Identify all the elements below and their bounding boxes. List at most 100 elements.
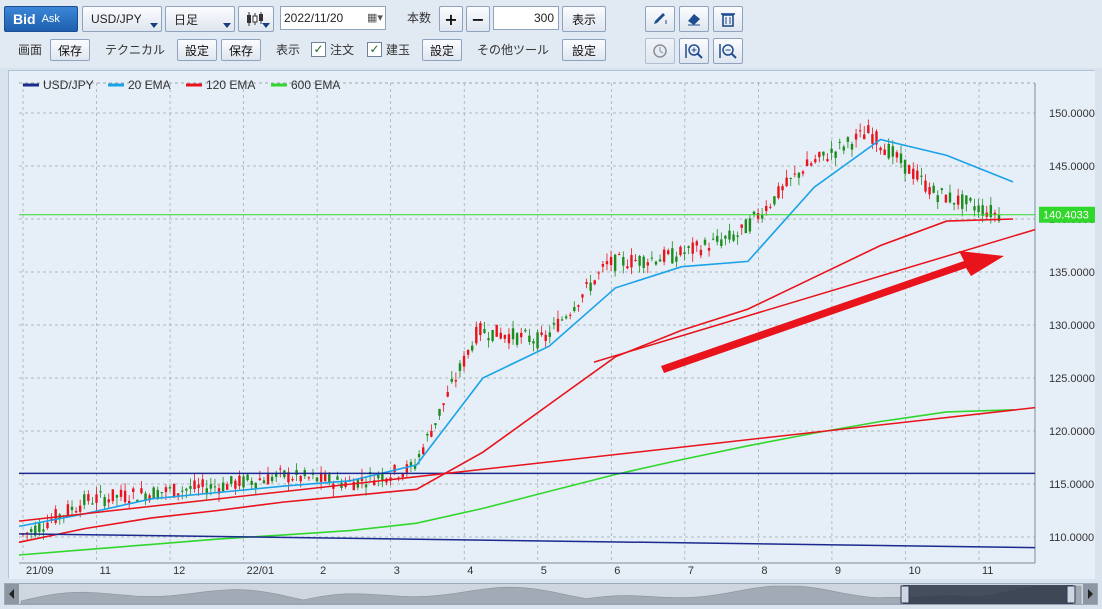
candle-body [863,134,866,140]
candle-body [270,476,274,482]
candle-body [336,476,339,480]
candle-body [805,159,809,167]
y-tick-label: 125.0000 [1049,373,1095,385]
calendar-icon[interactable]: ▦▾ [367,11,383,25]
count-label: 本数 [407,11,432,25]
candle-body [826,159,829,162]
candle-body [728,230,731,240]
show-setting-button[interactable]: 設定 [422,39,462,61]
candle-body [691,242,694,254]
candle-body [609,256,613,265]
candle-body [822,151,825,156]
candle-body [164,487,168,493]
thumb-right-handle [1066,585,1076,604]
candle-body [446,392,449,397]
candle-body [662,249,666,262]
candle-body [789,177,792,179]
candle-body [793,173,797,175]
x-tick-label: 22/01 [247,565,275,577]
candle-body [952,202,956,205]
price-chart[interactable]: 150.0000145.0000140.0000135.0000130.0000… [8,70,1095,579]
candle-body [732,234,735,241]
candle-body [687,246,690,248]
candle-body [279,468,282,470]
period-dropdown[interactable]: 日足 [165,6,235,32]
history-icon[interactable] [645,38,675,64]
candle-body [765,205,768,212]
eraser-icon[interactable] [679,6,709,32]
candle-body [111,489,115,502]
candle-body [736,235,739,237]
candle-body [54,509,57,523]
candle-body [242,476,245,488]
candle-body [601,264,605,267]
candle-body [299,476,302,482]
candle-body [777,186,780,198]
candle-body [295,469,298,476]
y-tick-label: 150.0000 [1049,108,1095,120]
candle-body [315,477,319,482]
candle-body [152,487,155,499]
zoom-in-icon[interactable] [679,38,709,64]
candle-body [605,261,609,265]
candle-body [912,168,915,179]
candle-body [773,196,776,205]
candle-body [511,328,515,340]
symbol-dropdown[interactable]: USD/JPY [82,6,162,32]
position-checkbox[interactable]: ✓ [367,42,382,57]
time-scrollbar[interactable] [4,583,1098,605]
candle-body [405,464,409,473]
date-input[interactable]: 2022/11/20 ▦▾ [280,6,386,30]
bid-ask-toggle[interactable]: Bid Ask [4,6,78,32]
candle-body [475,326,478,344]
show-label: 表示 [276,43,301,57]
chevron-down-icon [150,23,158,28]
candle-body [246,474,249,481]
candle-body [940,188,944,191]
candle-body [87,494,90,501]
x-tick-label: 3 [394,565,400,577]
technical-setting-button[interactable]: 設定 [177,39,217,61]
order-checkbox[interactable]: ✓ [311,42,326,57]
candle-body [834,151,837,158]
display-button[interactable]: 表示 [562,6,606,32]
count-minus-button[interactable]: − [466,6,490,32]
legend-label: 600 EMA [291,78,340,92]
candle-body [189,486,192,489]
candle-body [221,482,225,492]
zoom-out-icon[interactable] [713,38,743,64]
technical-save-button[interactable]: 保存 [221,39,261,61]
candle-body [887,143,890,159]
candle-body [924,180,927,192]
candle-body [552,322,556,325]
screen-save-button[interactable]: 保存 [50,39,90,61]
pencil-icon[interactable] [645,6,675,32]
candle-body [626,266,629,269]
count-input[interactable]: 300 [493,6,559,30]
x-tick-label: 2 [320,565,326,577]
candle-body [781,186,784,191]
chevron-down-icon [223,23,231,28]
x-tick-label: 10 [908,565,920,577]
candle-body [438,408,441,416]
candle-body [916,170,919,180]
candle-body [140,488,143,494]
candle-body [307,477,311,479]
chart-canvas[interactable]: 150.0000145.0000140.0000135.0000130.0000… [9,71,1095,579]
other-tools-setting-button[interactable]: 設定 [562,39,606,61]
candle-body [42,529,45,532]
count-plus-button[interactable]: + [439,6,463,32]
candle-body [756,213,760,219]
trash-icon[interactable] [713,6,743,32]
legend-label: 20 EMA [128,78,171,92]
position-label: 建玉 [386,43,411,57]
candle-body [797,172,801,178]
candle-body [119,489,123,497]
x-tick-label: 9 [835,565,841,577]
candle-body [499,332,502,339]
candle-body [699,249,703,256]
candle-body [961,194,964,209]
candle-body [830,148,833,153]
chart-type-dropdown[interactable] [238,6,274,32]
candle-body [323,474,327,482]
